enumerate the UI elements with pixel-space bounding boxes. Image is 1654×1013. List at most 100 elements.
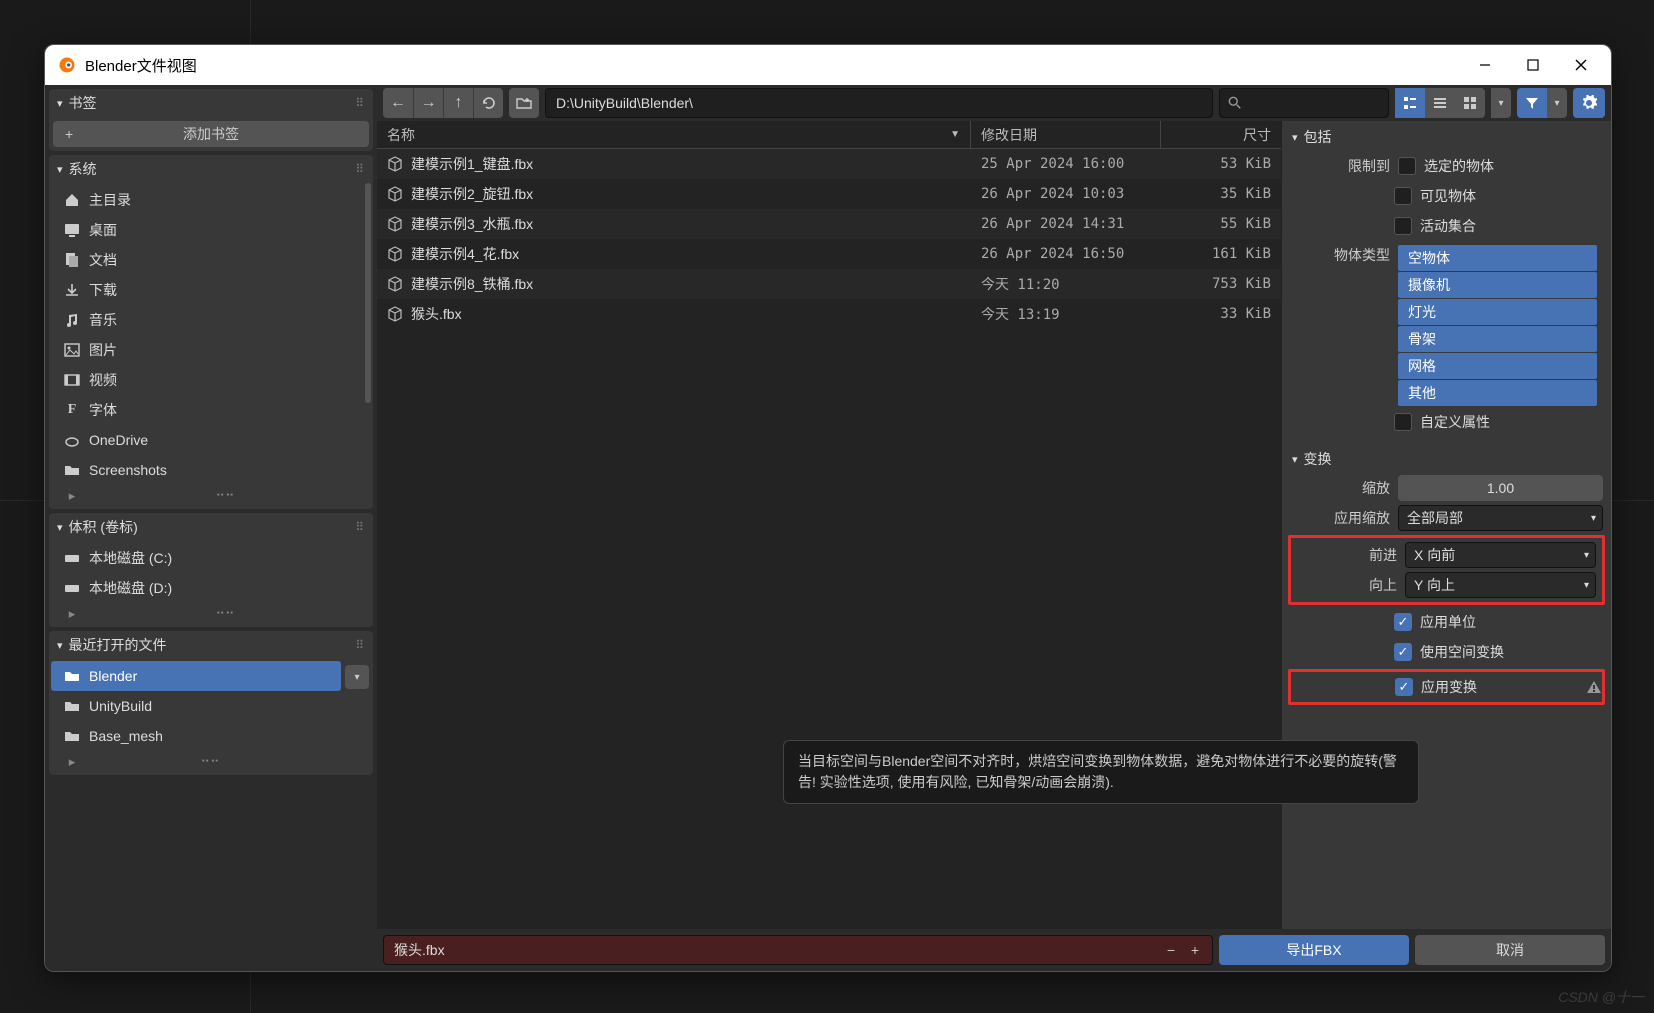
filename-decrement-button[interactable]: − <box>1160 942 1182 958</box>
font-icon: F <box>61 402 83 418</box>
file-row[interactable]: 建模示例1_键盘.fbx25 Apr 2024 16:0053 KiB <box>377 149 1281 179</box>
grip-icon[interactable]: ⠿ <box>355 96 365 110</box>
export-fbx-button[interactable]: 导出FBX <box>1219 935 1409 965</box>
settings-button[interactable] <box>1573 88 1605 118</box>
close-button[interactable] <box>1571 55 1591 75</box>
titlebar: Blender文件视图 <box>45 45 1611 85</box>
grip-icon[interactable]: ⠿ <box>355 520 365 534</box>
list-scroll-handle[interactable]: ▸⠒⠒ <box>51 751 341 773</box>
file-row[interactable]: 猴头.fbx今天 13:1933 KiB <box>377 299 1281 329</box>
filter-dropdown[interactable]: ▾ <box>1547 88 1567 118</box>
view-mode-dropdown[interactable]: ▾ <box>1491 88 1511 118</box>
object-type-chip[interactable]: 网格 <box>1398 353 1597 379</box>
nav-refresh-button[interactable] <box>473 88 503 118</box>
sidebar-item-pictures[interactable]: 图片 <box>51 335 371 365</box>
checkbox-visible-objects[interactable] <box>1394 187 1412 205</box>
recent-header[interactable]: ▾ 最近打开的文件 ⠿ <box>49 631 373 659</box>
view-list-vertical-button[interactable] <box>1395 88 1425 118</box>
watermark: CSDN @十一 <box>1558 987 1644 1007</box>
nav-forward-button[interactable]: → <box>413 88 443 118</box>
highlight-forward-up: 前进X 向前▾ 向上Y 向上▾ <box>1288 535 1605 605</box>
apply-scale-select[interactable]: 全部局部▾ <box>1398 505 1603 531</box>
drive-icon <box>61 580 83 596</box>
filter-button[interactable] <box>1517 88 1547 118</box>
file-list: 名称▼ 修改日期 尺寸 建模示例1_键盘.fbx25 Apr 2024 16:0… <box>377 121 1281 929</box>
sidebar-item-recent-basemesh[interactable]: Base_mesh <box>51 721 341 751</box>
forward-axis-select[interactable]: X 向前▾ <box>1405 542 1596 568</box>
export-options-panel: ▾包括 限制到选定的物体 可见物体 活动集合 物体类型空物体摄像机灯光骨架网格其… <box>1281 121 1611 929</box>
sidebar-item-screenshots[interactable]: Screenshots <box>51 455 371 485</box>
checkbox-selected-objects[interactable] <box>1398 157 1416 175</box>
sidebar-item-drive-d[interactable]: 本地磁盘 (D:) <box>51 573 371 603</box>
list-scroll-handle[interactable]: ▸⠒⠒ <box>51 603 371 625</box>
object-type-chip[interactable]: 其他 <box>1398 380 1597 406</box>
volumes-panel: ▾ 体积 (卷标) ⠿ 本地磁盘 (C:) 本地磁盘 (D:) ▸⠒⠒ <box>49 513 373 627</box>
checkbox-apply-transform[interactable]: ✓ <box>1395 678 1413 696</box>
object-type-chip[interactable]: 灯光 <box>1398 299 1597 325</box>
plus-icon: + <box>65 126 73 142</box>
include-section-header[interactable]: ▾包括 <box>1284 123 1609 151</box>
checkbox-active-collection[interactable] <box>1394 217 1412 235</box>
main-area: ← → ↑ ▾ ▾ <box>377 85 1611 971</box>
view-list-horizontal-button[interactable] <box>1425 88 1455 118</box>
tooltip: 当目标空间与Blender空间不对齐时，烘焙空间变换到物体数据，避免对物体进行不… <box>783 740 1419 804</box>
column-size[interactable]: 尺寸 <box>1161 121 1281 148</box>
file-row[interactable]: 建模示例8_铁桶.fbx今天 11:20753 KiB <box>377 269 1281 299</box>
checkbox-use-space-transform[interactable]: ✓ <box>1394 643 1412 661</box>
minimize-button[interactable] <box>1475 55 1495 75</box>
sidebar-item-fonts[interactable]: F字体 <box>51 395 371 425</box>
nav-up-button[interactable]: ↑ <box>443 88 473 118</box>
view-mode-toggle <box>1395 88 1485 118</box>
sidebar-item-downloads[interactable]: 下载 <box>51 275 371 305</box>
blender-logo-icon <box>57 55 77 75</box>
filename-input[interactable]: 猴头.fbx − + <box>383 935 1213 965</box>
warning-icon <box>1586 679 1602 695</box>
grip-icon[interactable]: ⠿ <box>355 162 365 176</box>
recent-dropdown-button[interactable]: ▾ <box>345 665 369 689</box>
object-type-chip[interactable]: 空物体 <box>1398 245 1597 271</box>
sidebar-item-videos[interactable]: 视频 <box>51 365 371 395</box>
volumes-header[interactable]: ▾ 体积 (卷标) ⠿ <box>49 513 373 541</box>
scrollbar[interactable] <box>365 183 371 403</box>
sidebar-item-desktop[interactable]: 桌面 <box>51 215 371 245</box>
cancel-button[interactable]: 取消 <box>1415 935 1605 965</box>
transform-section-header[interactable]: ▾变换 <box>1284 445 1609 473</box>
sidebar-item-onedrive[interactable]: OneDrive <box>51 425 371 455</box>
checkbox-custom-props[interactable] <box>1394 413 1412 431</box>
sidebar-item-music[interactable]: 音乐 <box>51 305 371 335</box>
search-input[interactable] <box>1219 88 1389 118</box>
sidebar-item-recent-blender[interactable]: Blender <box>51 661 341 691</box>
file-browser-window: Blender文件视图 ▾ 书签 ⠿ + 添加书签 <box>44 44 1612 972</box>
new-folder-button[interactable] <box>509 88 539 118</box>
column-headers: 名称▼ 修改日期 尺寸 <box>377 121 1281 149</box>
list-scroll-handle[interactable]: ▸⠒⠒ <box>51 485 371 507</box>
file-row[interactable]: 建模示例2_旋钮.fbx26 Apr 2024 10:0335 KiB <box>377 179 1281 209</box>
up-axis-select[interactable]: Y 向上▾ <box>1405 572 1596 598</box>
path-input[interactable] <box>545 88 1213 118</box>
column-name[interactable]: 名称▼ <box>377 121 971 148</box>
folder-icon <box>61 698 83 714</box>
sidebar-item-documents[interactable]: 文档 <box>51 245 371 275</box>
bookmarks-title: 书签 <box>69 93 97 113</box>
bookmarks-header[interactable]: ▾ 书签 ⠿ <box>49 89 373 117</box>
object-type-chip[interactable]: 骨架 <box>1398 326 1597 352</box>
nav-back-button[interactable]: ← <box>383 88 413 118</box>
bookmarks-panel: ▾ 书签 ⠿ + 添加书签 <box>49 89 373 151</box>
maximize-button[interactable] <box>1523 55 1543 75</box>
video-icon <box>61 372 83 388</box>
file-row[interactable]: 建模示例3_水瓶.fbx26 Apr 2024 14:3155 KiB <box>377 209 1281 239</box>
sidebar-item-drive-c[interactable]: 本地磁盘 (C:) <box>51 543 371 573</box>
highlight-apply-transform: ✓应用变换 <box>1288 669 1605 705</box>
add-bookmark-button[interactable]: + 添加书签 <box>53 121 369 147</box>
system-header[interactable]: ▾ 系统 ⠿ <box>49 155 373 183</box>
sidebar-item-recent-unitybuild[interactable]: UnityBuild <box>51 691 341 721</box>
object-type-chip[interactable]: 摄像机 <box>1398 272 1597 298</box>
grip-icon[interactable]: ⠿ <box>355 638 365 652</box>
filename-increment-button[interactable]: + <box>1184 942 1206 958</box>
column-date[interactable]: 修改日期 <box>971 121 1161 148</box>
checkbox-apply-unit[interactable]: ✓ <box>1394 613 1412 631</box>
file-row[interactable]: 建模示例4_花.fbx26 Apr 2024 16:50161 KiB <box>377 239 1281 269</box>
scale-input[interactable]: 1.00 <box>1398 475 1603 501</box>
sidebar-item-home[interactable]: 主目录 <box>51 185 371 215</box>
view-thumbnail-button[interactable] <box>1455 88 1485 118</box>
